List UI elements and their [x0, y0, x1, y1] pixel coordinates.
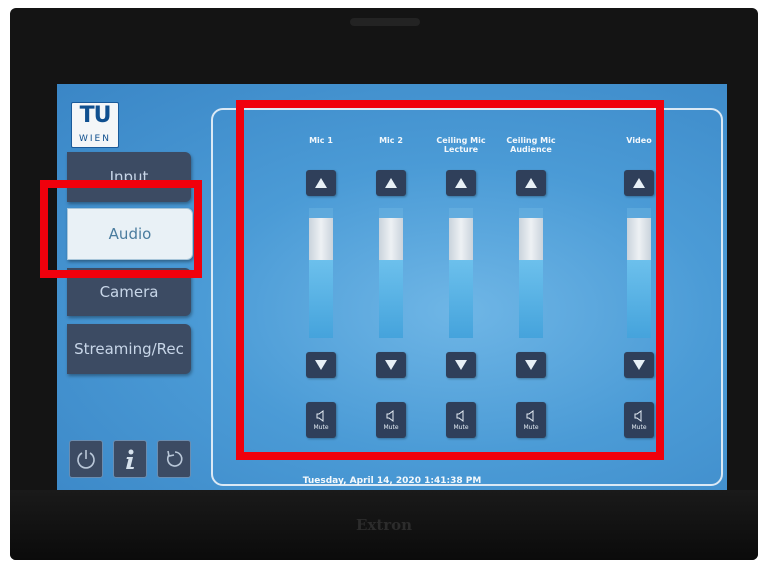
logo-wien: WIEN — [79, 134, 111, 144]
brand-label: Extron — [355, 516, 413, 534]
logo-tu: TU — [79, 103, 112, 128]
power-icon — [77, 450, 95, 469]
power-button[interactable] — [69, 440, 103, 478]
device-bezel-bottom: Extron — [10, 490, 758, 560]
undo-icon — [166, 450, 183, 467]
camera-slot — [350, 18, 420, 26]
nav-camera-label: Camera — [99, 283, 159, 301]
nav-streaming-label: Streaming/Rec — [74, 340, 184, 358]
tu-wien-logo: TU WIEN — [71, 102, 119, 148]
info-button[interactable] — [113, 440, 147, 478]
nav-streaming-button[interactable]: Streaming/Rec — [67, 324, 191, 374]
undo-button[interactable] — [157, 440, 191, 478]
highlight-box-audio — [40, 180, 202, 278]
info-icon — [126, 449, 134, 469]
status-datetime: Tuesday, April 14, 2020 1:41:38 PM — [302, 476, 482, 486]
highlight-box-mixer — [236, 100, 664, 460]
